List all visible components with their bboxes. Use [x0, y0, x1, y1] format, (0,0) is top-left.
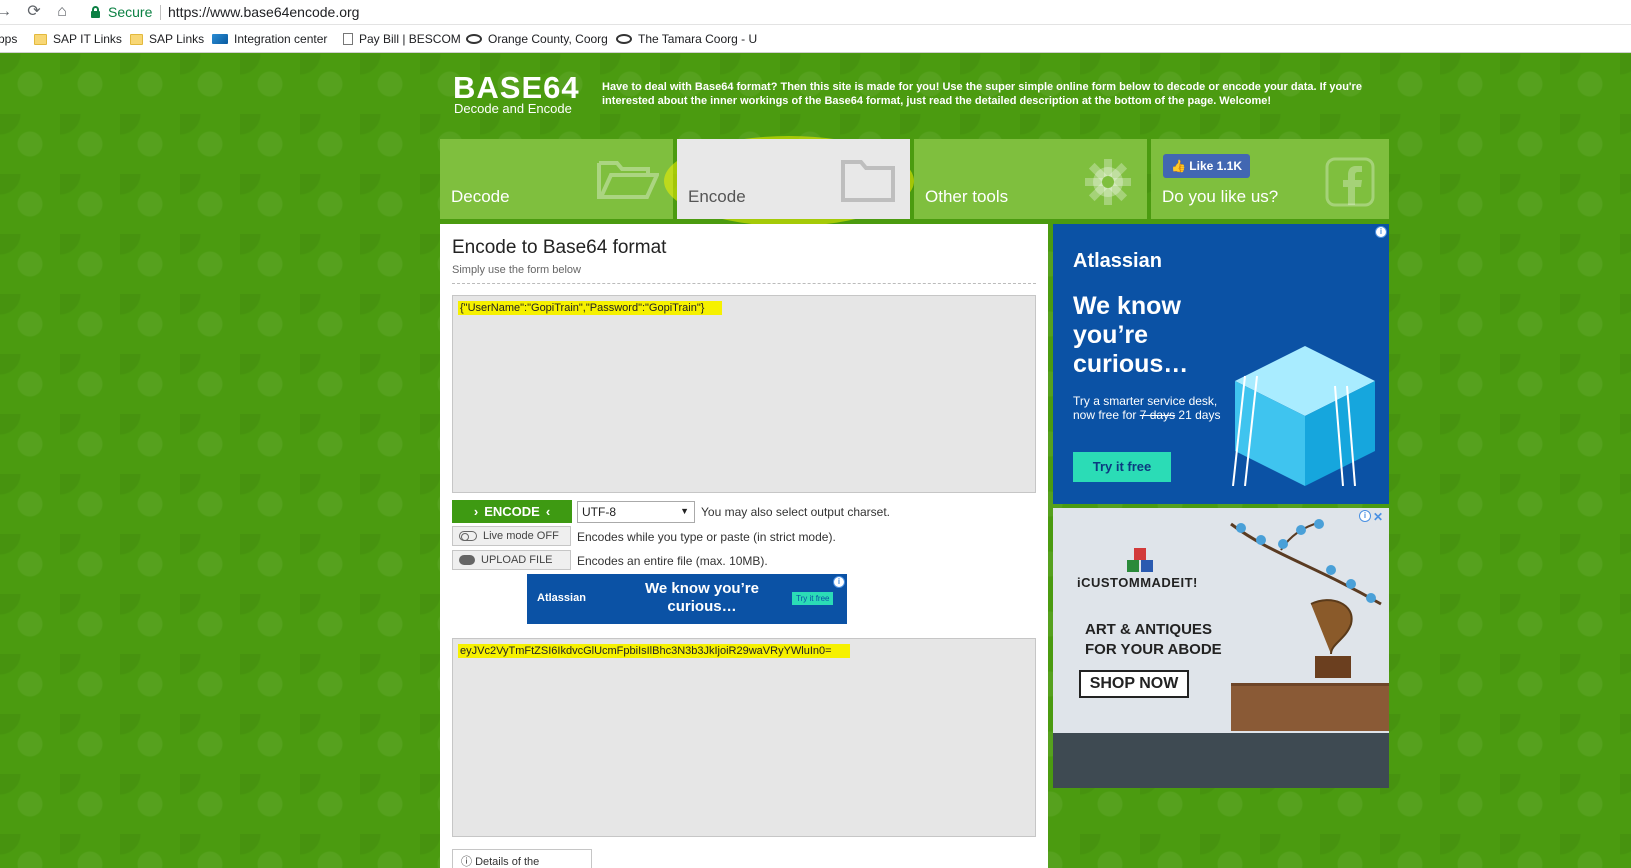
- ad2-headline: ART & ANTIQUES FOR YOUR ABODE: [1085, 621, 1222, 658]
- live-mode-note: Encodes while you type or paste (in stri…: [577, 530, 836, 544]
- toggle-icon: [459, 531, 477, 541]
- intro-text: Have to deal with Base64 format? Then th…: [602, 81, 1362, 107]
- page-icon: [343, 33, 353, 45]
- reload-icon[interactable]: ⟳: [24, 2, 44, 22]
- page-subtitle: Simply use the form below: [452, 264, 581, 276]
- output-textarea[interactable]: eyJVc2VyTmFtZSI6IkdvcGlUcmFpbiIsIlBhc3N3…: [452, 638, 1036, 837]
- back-icon[interactable]: →: [0, 2, 14, 22]
- bookmark-sap-it-links[interactable]: SAP IT Links: [34, 32, 122, 46]
- tab-other-tools[interactable]: Other tools: [914, 139, 1147, 219]
- cube-logo-icon: [1127, 548, 1153, 572]
- facebook-like-button[interactable]: 👍 Like 1.1K: [1163, 154, 1250, 178]
- bookmark-pay-bill[interactable]: Pay Bill | BESCOM: [343, 32, 461, 46]
- chevron-right-icon: ›: [473, 504, 479, 519]
- shop-now-button[interactable]: SHOP NOW: [1079, 670, 1189, 698]
- ad-body: Try a smarter service desk, now free for…: [1073, 394, 1221, 422]
- banner-ad[interactable]: Atlassian We know you’re curious… Try it…: [527, 574, 847, 624]
- facebook-icon: [1325, 157, 1375, 207]
- details-of-encoding-button[interactable]: ⓘ Details of the encoding: [452, 849, 592, 868]
- atlassian-logo: Atlassian: [1073, 250, 1162, 272]
- address-bar: → ⟳ ⌂ Secure https://www.base64encode.or…: [0, 0, 1631, 25]
- icustommadeit-logo: iCUSTOMMADEIT!: [1077, 575, 1198, 590]
- output-value: eyJVc2VyTmFtZSI6IkdvcGlUcmFpbiIsIlBhc3N3…: [458, 644, 850, 658]
- gramophone-illustration: [1310, 599, 1353, 678]
- atlassian-ad[interactable]: i Atlassian We know you’re curious… Try …: [1053, 224, 1389, 504]
- folder-icon: [130, 33, 143, 45]
- ad-info-icon[interactable]: i: [833, 576, 845, 588]
- folder-icon: [34, 33, 47, 45]
- cloud-upload-icon: [459, 555, 475, 565]
- cabinet-image: [1231, 683, 1389, 731]
- chevron-left-icon: ‹: [545, 504, 551, 519]
- live-mode-toggle[interactable]: Live mode OFF: [452, 526, 571, 546]
- sap-icon: [212, 34, 228, 44]
- tab-encode[interactable]: Encode: [677, 139, 910, 219]
- bookmark-tamara-coorg[interactable]: The Tamara Coorg - U: [616, 32, 757, 46]
- lock-icon: [91, 6, 100, 18]
- banner-ad-cta[interactable]: Try it free: [792, 592, 834, 605]
- try-it-free-button[interactable]: Try it free: [1073, 452, 1171, 482]
- upload-file-button[interactable]: UPLOAD FILE: [452, 550, 571, 570]
- tab-decode[interactable]: Decode: [440, 139, 673, 219]
- tripadvisor-icon: [466, 34, 482, 44]
- help-icon: ⓘ: [461, 856, 472, 868]
- secure-label: Secure: [108, 4, 153, 20]
- icustommadeit-ad[interactable]: i ✕ iCUSTOMMADEIT! ART & ANTIQUES FOR YO…: [1053, 508, 1389, 788]
- folder-open-icon: [597, 161, 659, 199]
- encode-button[interactable]: › ENCODE ‹: [452, 500, 572, 523]
- input-textarea[interactable]: {"UserName":"GopiTrain","Password":"Gopi…: [452, 295, 1036, 493]
- divider: [452, 283, 1036, 284]
- url-input[interactable]: https://www.base64encode.org: [168, 4, 359, 20]
- bookmark-apps[interactable]: pps: [0, 32, 17, 46]
- address-separator: [160, 5, 161, 20]
- thumbs-up-icon: 👍: [1171, 159, 1186, 173]
- bookmark-sap-links[interactable]: SAP Links: [130, 32, 204, 46]
- page-title: Encode to Base64 format: [452, 237, 667, 258]
- ad-info-icon[interactable]: i: [1375, 226, 1387, 238]
- gear-icon: [1085, 159, 1131, 205]
- encode-panel: Encode to Base64 format Simply use the f…: [440, 224, 1048, 868]
- home-icon[interactable]: ⌂: [52, 2, 72, 22]
- tab-like-us[interactable]: 👍 Like 1.1K Do you like us?: [1151, 139, 1389, 219]
- bookmarks-bar: pps SAP IT Links SAP Links Integration c…: [0, 25, 1631, 53]
- folder-icon: [841, 160, 895, 202]
- bookmark-orange-county[interactable]: Orange County, Coorg: [466, 32, 608, 46]
- bookmark-integration-center[interactable]: Integration center: [212, 32, 327, 46]
- tripadvisor-icon: [616, 34, 632, 44]
- cube-illustration: [1232, 346, 1375, 486]
- charset-note: You may also select output charset.: [701, 505, 890, 519]
- dropdown-arrow-icon: ▼: [680, 506, 689, 516]
- charset-select[interactable]: UTF-8 ▼: [577, 501, 695, 523]
- ad-headline: We know you’re curious…: [1073, 292, 1189, 378]
- input-value: {"UserName":"GopiTrain","Password":"Gopi…: [458, 301, 723, 315]
- logo-subtitle: Decode and Encode: [454, 101, 572, 116]
- upload-note: Encodes an entire file (max. 10MB).: [577, 554, 768, 568]
- floor-image: [1053, 733, 1389, 788]
